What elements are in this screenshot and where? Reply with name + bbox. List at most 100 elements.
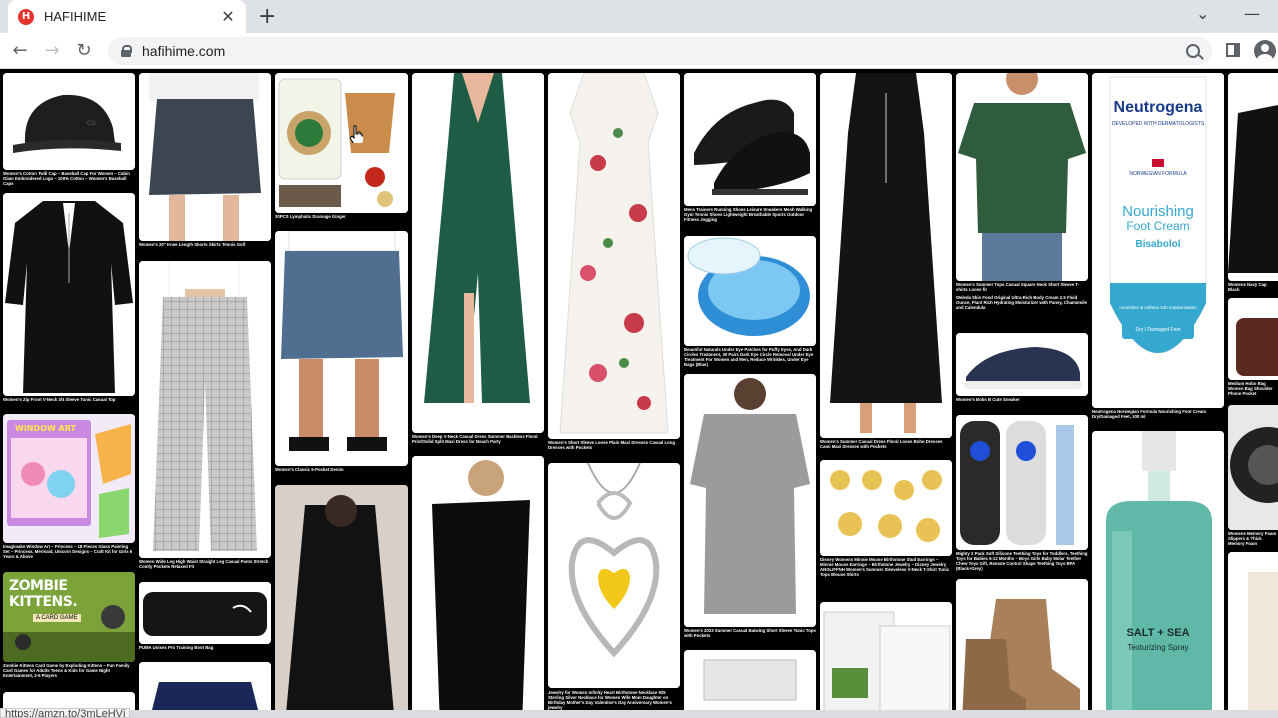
product-caption[interactable]: Women's 2023 Summer Casual Batwing Short… [684,628,816,638]
green-dress-image [412,73,544,433]
product-card-skort[interactable] [139,73,271,241]
product-caption[interactable]: Women's Summer Casual Dress Floral Loose… [820,439,952,449]
back-button[interactable]: ← [8,39,32,63]
product-caption[interactable]: Womens Navy Cap Black [1228,282,1278,292]
url-text[interactable]: hafihime.com [142,43,1186,59]
product-caption[interactable]: Women's 20" Knee Length Skorts Skirts Te… [139,242,271,247]
hafihime-favicon-icon: H [18,8,34,25]
product-card-grey-tunic[interactable] [684,374,816,627]
product-caption[interactable]: Women's Cotton Twill Cap – Baseball Cap … [3,171,135,186]
product-card-puma-bag[interactable] [139,582,271,644]
zip-tunic-image [3,193,135,396]
product-card-foot-bath[interactable] [275,73,408,213]
product-caption[interactable]: PUMA Unisex Pro Training Boot Bag [139,645,271,650]
tab-hafihime[interactable]: H HAFIHIME ✕ [8,0,246,33]
partial-lace-image [684,650,816,710]
zoom-icon[interactable] [1186,44,1200,58]
product-caption[interactable]: Womens Memory Foam Slippers & Thick Memo… [1228,531,1278,546]
product-caption[interactable]: Imagimake Window Art – Princess – 18 Pie… [3,544,135,559]
zombie-title: ZOMBIE KITTENS. [9,578,78,610]
neutrogena-badge: Dry / Damaged Feet [1135,327,1181,333]
salt-spray-line2: Texturizing Spray [1127,643,1189,652]
product-card-earrings[interactable] [820,460,952,556]
product-caption[interactable]: Mens Trainers Running Shoes Leisure Snea… [684,207,816,222]
minimize-icon[interactable]: — [1244,4,1260,23]
product-card-denim-skirt[interactable] [275,231,408,466]
product-caption[interactable]: Women's Summer Tops Casual Square Neck S… [956,282,1088,292]
product-card-off-shoulder-dress[interactable] [412,456,544,710]
salt-spray-line1: SALT + SEA [1126,627,1190,639]
product-caption[interactable]: Disney Womens Minnie Mouse Birthstone St… [820,557,952,567]
grey-tunic-image [684,374,816,627]
floral-dress-image [548,73,680,439]
product-card-handbag[interactable] [1228,298,1278,380]
product-card-partial-4[interactable] [1228,552,1278,710]
product-card-salt-spray[interactable]: SALT + SEA Texturizing Spray [1092,431,1224,710]
address-bar[interactable]: hafihime.com [108,37,1212,65]
product-card-neutrogena[interactable]: Neutrogena DEVELOPED WITH DERMATOLOGISTS… [1092,73,1224,408]
product-caption[interactable]: Women's Zip Front V-Neck 3/4 Sleeve Tuni… [3,397,135,402]
product-caption[interactable]: Medium Hobo Bag Women Bag Shoulder Phone… [1228,381,1278,396]
canvas-shoes-image [956,333,1088,396]
product-card-green-blouse[interactable] [956,73,1088,281]
window-art-label: WINDOW ART [15,424,76,433]
product-caption[interactable]: Women's Bobs B Cute Sneaker [956,397,1088,402]
product-caption[interactable]: 30PCS Lymphatic Drainage Ginger [275,214,408,219]
product-card-zip-tunic[interactable] [3,193,135,396]
salt-spray-image [1092,431,1224,710]
green-blouse-image [956,73,1088,281]
product-card-black-jumpsuit[interactable] [275,485,408,710]
earrings-image [820,460,952,556]
product-caption[interactable]: Zombie Kittens Card Game by Exploding Ki… [3,663,135,678]
eye-patches-image [684,236,816,346]
product-card-sneakers[interactable] [684,73,816,206]
skort-image [139,73,271,241]
puma-bag-image [139,582,271,644]
product-caption[interactable]: Women Wide Leg High Waist Straight Leg C… [139,559,271,569]
product-card-plaid-pants[interactable] [139,261,271,558]
tab-search-chevron-icon[interactable]: ⌄ [1196,4,1209,23]
side-panel-icon[interactable] [1226,43,1240,57]
zombie-subtitle: A CARD GAME [33,614,81,622]
reload-button[interactable]: ↻ [72,39,96,63]
product-caption[interactable]: Neutrogena Norwegian Formula Nourishing … [1092,409,1224,419]
product-caption[interactable]: Jewelry for Women Infinity Heart Birthst… [548,690,680,710]
product-card-partial-2[interactable] [139,662,271,710]
product-card-boots[interactable] [956,579,1088,710]
lock-icon[interactable] [120,45,132,57]
product-caption[interactable]: Weleda Skin Food Original Ultra-Rich Bod… [956,295,1088,310]
product-card-necklace[interactable] [548,463,680,688]
product-caption[interactable]: ANGLIFFNH Women's Summer Sleeveless V-Ne… [820,567,952,577]
profile-avatar-icon[interactable] [1254,40,1276,62]
product-caption[interactable]: Mighty 2 Pack Soft Silicone Teething Toy… [956,551,1088,571]
svg-text:CG: CG [87,120,96,127]
product-card-zombie-kittens[interactable]: ZOMBIE KITTENS. A CARD GAME [3,572,135,662]
denim-skirt-image [275,231,408,466]
product-card-canvas-shoes[interactable] [956,333,1088,396]
product-card-eye-patches[interactable] [684,236,816,346]
product-caption[interactable]: Women's Short Sleeve Loose Plain Maxi Dr… [548,440,680,450]
black-dress-image [820,73,952,438]
close-tab-icon[interactable]: ✕ [220,7,236,26]
product-caption[interactable]: Women's Deep V-Neck Casual Dress Summer … [412,434,544,444]
product-card-teethers[interactable] [956,415,1088,550]
product-card-green-dress[interactable] [412,73,544,433]
sneakers-image [684,73,816,206]
product-card-floral-dress[interactable] [548,73,680,439]
forward-button[interactable]: → [40,39,64,63]
product-card-black-dress[interactable] [820,73,952,438]
product-card-window-art[interactable]: WINDOW ART [3,414,135,543]
product-card-cap[interactable]: CG [3,73,135,170]
product-card-memory-foam[interactable] [1228,405,1278,530]
product-card-partial-3[interactable] [684,650,816,710]
tab-title: HAFIHIME [44,9,107,24]
off-shoulder-dress-image [412,456,544,710]
new-tab-button[interactable]: + [258,4,276,29]
product-caption[interactable]: Women's Classic 5-Pocket Denim [275,467,408,472]
product-card-navy-cap[interactable] [1228,73,1278,281]
necklace-image [548,463,680,688]
status-url: https://amzn.to/3mLeHVj [0,708,131,718]
product-card-cotton-pads[interactable] [820,602,952,710]
product-caption[interactable]: Beautiful Naturals Under Eye Patches for… [684,347,816,367]
neutrogena-tagline: DEVELOPED WITH DERMATOLOGISTS [1111,121,1205,127]
